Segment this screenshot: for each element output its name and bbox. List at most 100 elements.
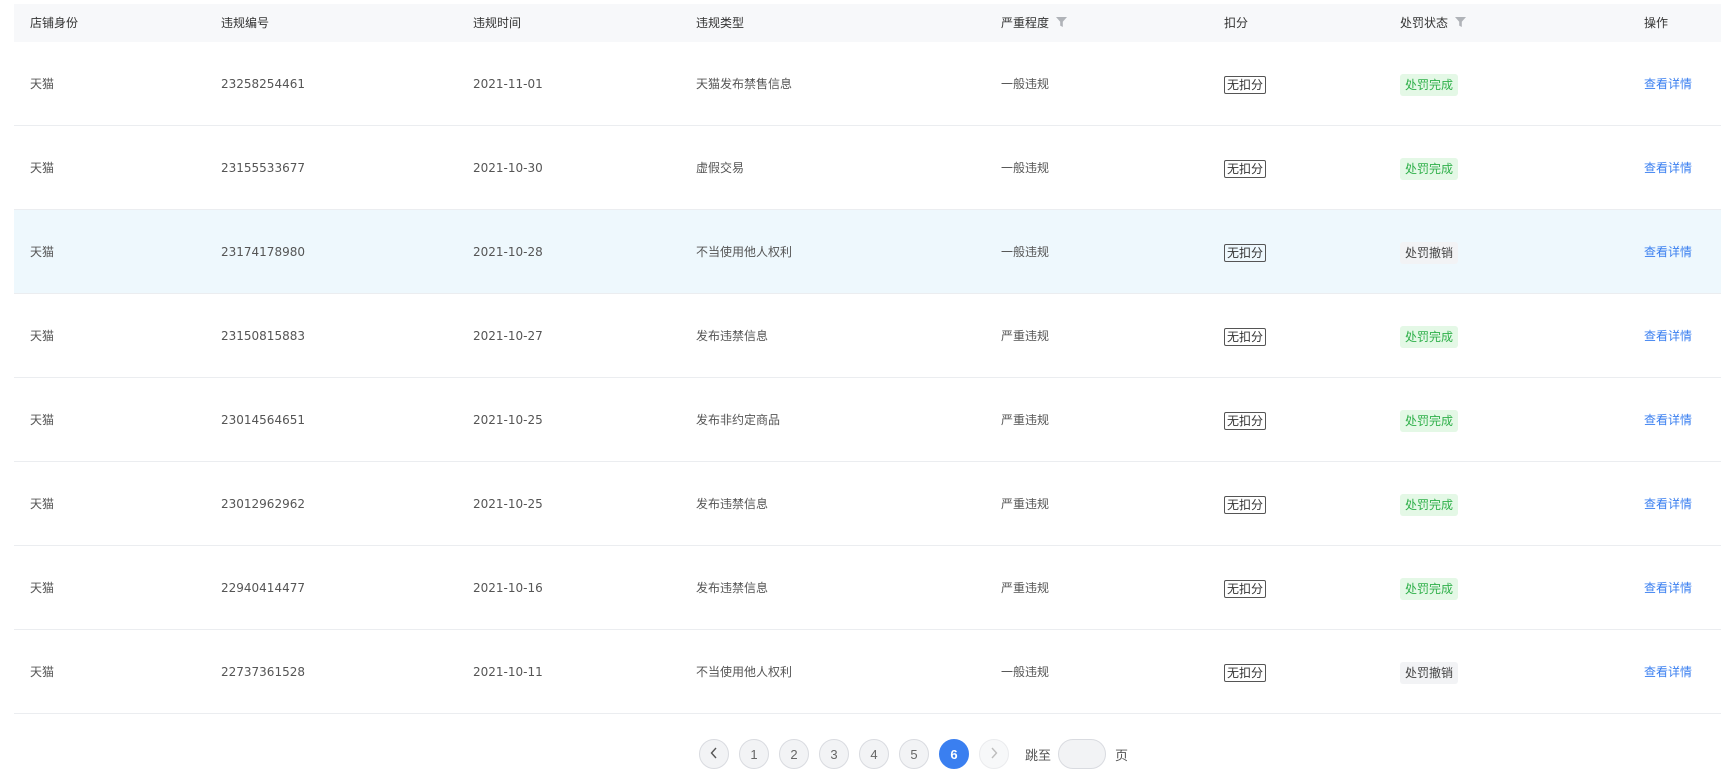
cell-violation-id: 23150815883	[221, 329, 305, 343]
filter-funnel-icon[interactable]	[1056, 4, 1068, 42]
cell-score: 无扣分	[1224, 462, 1267, 546]
cell-status: 处罚撤销	[1400, 630, 1459, 714]
cell-violation-id: 23014564651	[221, 413, 305, 427]
score-tag: 无扣分	[1224, 495, 1267, 514]
column-header-label: 处罚状态	[1400, 16, 1449, 30]
cell-status: 处罚完成	[1400, 294, 1459, 378]
column-header-date: 违规时间	[473, 4, 521, 42]
cell-violation-type: 天猫发布禁售信息	[696, 77, 793, 91]
cell-score: 无扣分	[1224, 126, 1267, 210]
status-badge: 处罚完成	[1400, 409, 1459, 432]
cell-status: 处罚完成	[1400, 126, 1459, 210]
table-body: 天猫 23258254461 2021-11-01 天猫发布禁售信息 一般违规 …	[14, 42, 1721, 714]
chevron-left-icon	[709, 747, 719, 762]
cell-violation-type: 虚假交易	[696, 161, 745, 175]
prev-page-button[interactable]	[699, 739, 729, 769]
cell-action: 查看详情	[1644, 462, 1692, 546]
cell-shop: 天猫	[30, 413, 55, 427]
column-header-label: 违规时间	[473, 16, 522, 30]
status-badge: 处罚撤销	[1400, 661, 1459, 684]
column-header-score: 扣分	[1224, 4, 1248, 42]
cell-violation-type: 发布非约定商品	[696, 413, 781, 427]
table-row: 天猫 23012962962 2021-10-25 发布违禁信息 严重违规 无扣…	[14, 462, 1721, 546]
cell-status: 处罚撤销	[1400, 210, 1459, 294]
cell-violation-date: 2021-11-01	[473, 77, 543, 91]
table-row: 天猫 22737361528 2021-10-11 不当使用他人权利 一般违规 …	[14, 630, 1721, 714]
page-suffix-label: 页	[1115, 748, 1129, 764]
table-row: 天猫 23150815883 2021-10-27 发布违禁信息 严重违规 无扣…	[14, 294, 1721, 378]
page-button-2[interactable]: 2	[779, 739, 809, 769]
score-tag: 无扣分	[1224, 159, 1267, 178]
view-details-link[interactable]: 查看详情	[1644, 161, 1692, 175]
cell-severity: 一般违规	[1001, 161, 1050, 175]
table-row: 天猫 22940414477 2021-10-16 发布违禁信息 严重违规 无扣…	[14, 546, 1721, 630]
view-details-link[interactable]: 查看详情	[1644, 77, 1692, 91]
cell-action: 查看详情	[1644, 630, 1692, 714]
cell-severity: 一般违规	[1001, 665, 1050, 679]
table-row: 天猫 23155533677 2021-10-30 虚假交易 一般违规 无扣分 …	[14, 126, 1721, 210]
score-tag: 无扣分	[1224, 411, 1267, 430]
status-badge: 处罚完成	[1400, 493, 1459, 516]
cell-action: 查看详情	[1644, 210, 1692, 294]
cell-violation-type: 不当使用他人权利	[696, 245, 793, 259]
cell-action: 查看详情	[1644, 294, 1692, 378]
next-page-button[interactable]	[979, 739, 1009, 769]
cell-violation-id: 22940414477	[221, 581, 305, 595]
cell-score: 无扣分	[1224, 294, 1267, 378]
cell-violation-date: 2021-10-16	[473, 581, 543, 595]
cell-violation-id: 23174178980	[221, 245, 305, 259]
table-row: 天猫 23258254461 2021-11-01 天猫发布禁售信息 一般违规 …	[14, 42, 1721, 126]
jump-to-label: 跳至	[1025, 748, 1052, 764]
pagination: 1 2 3 4 5 6 跳至 页	[699, 738, 1128, 770]
cell-shop: 天猫	[30, 497, 55, 511]
status-badge: 处罚撤销	[1400, 241, 1459, 264]
cell-violation-date: 2021-10-27	[473, 329, 543, 343]
column-header-status: 处罚状态	[1400, 4, 1467, 42]
page-button-4[interactable]: 4	[859, 739, 889, 769]
cell-action: 查看详情	[1644, 546, 1692, 630]
cell-violation-type: 发布违禁信息	[696, 581, 769, 595]
page-button-1[interactable]: 1	[739, 739, 769, 769]
cell-status: 处罚完成	[1400, 378, 1459, 462]
view-details-link[interactable]: 查看详情	[1644, 329, 1692, 343]
score-tag: 无扣分	[1224, 579, 1267, 598]
view-details-link[interactable]: 查看详情	[1644, 497, 1692, 511]
cell-status: 处罚完成	[1400, 546, 1459, 630]
cell-violation-id: 23012962962	[221, 497, 305, 511]
cell-severity: 严重违规	[1001, 581, 1050, 595]
cell-score: 无扣分	[1224, 42, 1267, 126]
cell-shop: 天猫	[30, 161, 55, 175]
page-button-3[interactable]: 3	[819, 739, 849, 769]
cell-shop: 天猫	[30, 665, 55, 679]
cell-shop: 天猫	[30, 77, 55, 91]
view-details-link[interactable]: 查看详情	[1644, 245, 1692, 259]
view-details-link[interactable]: 查看详情	[1644, 665, 1692, 679]
column-header-label: 违规编号	[221, 16, 270, 30]
cell-action: 查看详情	[1644, 42, 1692, 126]
column-header-severity: 严重程度	[1001, 4, 1068, 42]
cell-violation-date: 2021-10-25	[473, 413, 543, 427]
cell-severity: 严重违规	[1001, 497, 1050, 511]
column-header-action: 操作	[1644, 4, 1668, 42]
status-badge: 处罚完成	[1400, 157, 1459, 180]
filter-funnel-icon[interactable]	[1455, 4, 1467, 42]
column-header-label: 违规类型	[696, 16, 745, 30]
cell-severity: 一般违规	[1001, 245, 1050, 259]
cell-violation-date: 2021-10-30	[473, 161, 543, 175]
cell-action: 查看详情	[1644, 378, 1692, 462]
jump-page-input[interactable]	[1058, 739, 1107, 769]
view-details-link[interactable]: 查看详情	[1644, 413, 1692, 427]
cell-violation-date: 2021-10-25	[473, 497, 543, 511]
cell-score: 无扣分	[1224, 546, 1267, 630]
page-button-5[interactable]: 5	[899, 739, 929, 769]
score-tag: 无扣分	[1224, 327, 1267, 346]
status-badge: 处罚完成	[1400, 325, 1459, 348]
cell-violation-type: 发布违禁信息	[696, 497, 769, 511]
page-button-6-current[interactable]: 6	[939, 739, 969, 769]
cell-action: 查看详情	[1644, 126, 1692, 210]
status-badge: 处罚完成	[1400, 73, 1459, 96]
view-details-link[interactable]: 查看详情	[1644, 581, 1692, 595]
cell-score: 无扣分	[1224, 630, 1267, 714]
cell-severity: 严重违规	[1001, 413, 1050, 427]
table-header: 店铺身份 违规编号 违规时间 违规类型 严重程度 扣分 处罚状态 操作	[14, 4, 1721, 42]
